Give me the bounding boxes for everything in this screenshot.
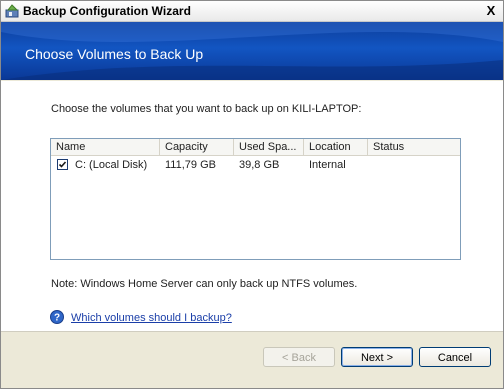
- help-link[interactable]: Which volumes should I backup?: [71, 312, 232, 324]
- column-header-used-space[interactable]: Used Spa...: [234, 139, 304, 155]
- volume-name: C: (Local Disk): [75, 159, 148, 171]
- volume-used-space: 39,8 GB: [239, 159, 280, 171]
- svg-text:?: ?: [54, 313, 60, 324]
- backup-wizard-icon: [5, 4, 20, 18]
- volumes-list[interactable]: Name Capacity Used Spa... Location Statu…: [50, 138, 461, 260]
- window-title: Backup Configuration Wizard: [23, 4, 191, 18]
- close-button[interactable]: X: [483, 3, 499, 18]
- volume-location: Internal: [309, 159, 346, 171]
- ntfs-note: Note: Windows Home Server can only back …: [51, 278, 358, 290]
- header-banner: Choose Volumes to Back Up: [1, 22, 503, 80]
- column-header-capacity[interactable]: Capacity: [160, 139, 234, 155]
- list-item[interactable]: C: (Local Disk) 111,79 GB 39,8 GB Intern…: [51, 157, 460, 173]
- wizard-window: Backup Configuration Wizard X Choose Vol…: [0, 0, 504, 389]
- title-bar[interactable]: Backup Configuration Wizard X: [1, 1, 503, 22]
- instruction-text: Choose the volumes that you want to back…: [51, 103, 362, 115]
- list-header: Name Capacity Used Spa... Location Statu…: [51, 139, 460, 156]
- volume-checkbox[interactable]: [57, 159, 68, 170]
- column-header-location[interactable]: Location: [304, 139, 368, 155]
- volume-capacity: 111,79 GB: [165, 159, 216, 171]
- help-question-icon[interactable]: ?: [50, 310, 64, 324]
- wizard-content: Choose the volumes that you want to back…: [1, 81, 503, 331]
- next-button[interactable]: Next >: [341, 347, 413, 367]
- checkmark-icon: [58, 161, 67, 168]
- back-button[interactable]: < Back: [263, 347, 335, 367]
- footer-divider: [1, 331, 503, 332]
- column-header-name[interactable]: Name: [51, 139, 160, 155]
- page-title: Choose Volumes to Back Up: [25, 46, 204, 62]
- cancel-button[interactable]: Cancel: [419, 347, 491, 367]
- column-header-status[interactable]: Status: [368, 139, 460, 155]
